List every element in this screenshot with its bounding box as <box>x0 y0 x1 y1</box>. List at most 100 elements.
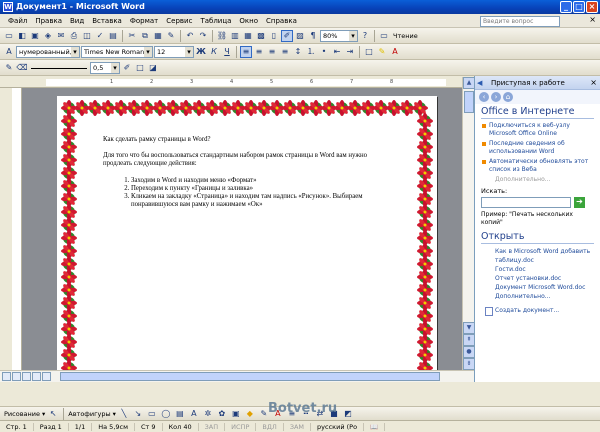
eraser-icon[interactable]: ⌫ <box>16 62 28 74</box>
insert-picture-icon[interactable]: ▣ <box>230 408 242 420</box>
styles-pane-icon[interactable]: A <box>3 46 15 58</box>
menu-file[interactable]: Файл <box>4 14 31 28</box>
drawing-menu[interactable]: Рисование <box>4 410 40 418</box>
font-combo[interactable]: Times New Roman <box>81 45 153 58</box>
line-tool-icon[interactable]: ╲ <box>118 408 130 420</box>
print-preview-icon[interactable]: ◫ <box>81 30 93 42</box>
diagram-icon[interactable]: ✲ <box>202 408 214 420</box>
search-go-icon[interactable]: ➔ <box>574 197 585 208</box>
open-folder-icon[interactable]: ◧ <box>16 30 28 42</box>
status-ovr[interactable]: ЗАМ <box>284 422 312 431</box>
vertical-scrollbar[interactable]: ▲ ▼ ⇞ ● ⇟ <box>462 77 475 370</box>
paste-icon[interactable]: ▦ <box>152 30 164 42</box>
underline-button[interactable]: Ч <box>221 46 233 58</box>
email-icon[interactable]: ✉ <box>55 30 67 42</box>
recent-document-link[interactable]: Отчет установки.doc <box>481 274 594 283</box>
cut-icon[interactable]: ✂ <box>126 30 138 42</box>
spelling-status-icon[interactable]: 📖 <box>364 422 386 431</box>
menu-help[interactable]: Справка <box>262 14 301 28</box>
menu-view[interactable]: Вид <box>66 14 88 28</box>
nav-back-icon[interactable]: ‹ <box>479 92 489 102</box>
show-hide-icon[interactable]: ¶ <box>307 30 319 42</box>
decrease-indent-icon[interactable]: ⇤ <box>331 46 343 58</box>
undo-icon[interactable]: ↶ <box>184 30 196 42</box>
drawing-icon[interactable]: ✐ <box>281 29 293 42</box>
help-question-input[interactable]: Введите вопрос <box>480 16 560 27</box>
shading-color-icon[interactable]: ◪ <box>147 62 159 74</box>
numbering-icon[interactable]: ⒈ <box>305 46 317 58</box>
save-icon[interactable]: ▣ <box>29 30 41 42</box>
close-button[interactable]: × <box>586 1 598 13</box>
document-map-icon[interactable]: ▨ <box>294 30 306 42</box>
zoom-combo[interactable]: 80% <box>320 29 358 42</box>
print-icon[interactable]: ⎙ <box>68 30 80 42</box>
reading-view-icon[interactable] <box>42 372 51 381</box>
word-news-link[interactable]: Последние сведения об использовании Word <box>481 140 594 156</box>
align-right-icon[interactable]: ≡ <box>266 46 278 58</box>
select-objects-icon[interactable]: ↖ <box>47 408 59 420</box>
recent-document-link[interactable]: Документ Microsoft Word.doc <box>481 283 594 292</box>
highlight-icon[interactable]: ✎ <box>376 46 388 58</box>
increase-indent-icon[interactable]: ⇥ <box>344 46 356 58</box>
read-mode-button[interactable]: Чтение <box>393 32 418 40</box>
maximize-button[interactable]: □ <box>573 1 585 13</box>
more-link[interactable]: Дополнительно... <box>481 176 594 183</box>
create-document-link[interactable]: Создать документ... <box>481 307 594 316</box>
new-document-icon[interactable]: ▭ <box>3 30 15 42</box>
more-documents-link[interactable]: Дополнительно... <box>481 292 594 301</box>
menu-edit[interactable]: Правка <box>31 14 66 28</box>
bold-button[interactable]: Ж <box>195 46 207 58</box>
print-view-icon[interactable] <box>22 372 31 381</box>
font-color-icon[interactable]: A <box>389 46 401 58</box>
search-input[interactable] <box>481 197 571 208</box>
line-spacing-icon[interactable]: ↕ <box>292 46 304 58</box>
menu-table[interactable]: Таблица <box>196 14 235 28</box>
menu-insert[interactable]: Вставка <box>88 14 126 28</box>
line-width-combo[interactable]: 0,5 <box>90 61 120 74</box>
wordart-icon[interactable]: A <box>188 408 200 420</box>
insert-table-icon[interactable]: ▦ <box>242 30 254 42</box>
horizontal-scrollbar[interactable] <box>0 370 474 382</box>
oval-tool-icon[interactable]: ◯ <box>160 408 172 420</box>
read-icon[interactable]: ▭ <box>378 30 390 42</box>
insert-excel-icon[interactable]: ▩ <box>255 30 267 42</box>
3d-style-icon[interactable]: ◩ <box>342 408 354 420</box>
vertical-ruler[interactable] <box>12 88 22 370</box>
menu-format[interactable]: Формат <box>126 14 162 28</box>
textbox-tool-icon[interactable]: ▤ <box>174 408 186 420</box>
recent-document-link[interactable]: Гости.doc <box>481 265 594 274</box>
office-online-link[interactable]: Подключиться к веб-узлу Microsoft Office… <box>481 122 594 138</box>
justify-icon[interactable]: ≡ <box>279 46 291 58</box>
help-icon[interactable]: ? <box>359 30 371 42</box>
spelling-icon[interactable]: ✓ <box>94 30 106 42</box>
style-combo[interactable]: нумерованный, <box>16 45 80 58</box>
copy-icon[interactable]: ⧉ <box>139 30 151 42</box>
border-color-icon[interactable]: ✐ <box>121 62 133 74</box>
permission-icon[interactable]: ◈ <box>42 30 54 42</box>
horizontal-ruler[interactable]: 1 2 3 4 5 6 7 8 <box>0 77 474 88</box>
outside-border-icon[interactable]: □ <box>134 62 146 74</box>
status-rec[interactable]: ЗАП <box>199 422 226 431</box>
nav-forward-icon[interactable]: › <box>491 92 501 102</box>
font-size-combo[interactable]: 12 <box>154 45 194 58</box>
document-area[interactable]: Как сделать рамку страницы в Word? Для т… <box>22 88 462 370</box>
nav-home-icon[interactable]: ⌂ <box>503 92 513 102</box>
recent-document-link[interactable]: Как в Microsoft Word добавить таблицу.do… <box>481 247 594 265</box>
document-close-icon[interactable]: × <box>589 15 596 24</box>
menu-window[interactable]: Окно <box>235 14 262 28</box>
draw-table-icon[interactable]: ✎ <box>3 62 15 74</box>
vertical-scroll-thumb[interactable] <box>464 91 474 113</box>
line-style-combo[interactable] <box>29 63 89 73</box>
clipart-icon[interactable]: ✿ <box>216 408 228 420</box>
document-page[interactable]: Как сделать рамку страницы в Word? Для т… <box>57 96 437 370</box>
border-icon[interactable]: □ <box>363 46 375 58</box>
fill-color-icon[interactable]: ◆ <box>244 408 256 420</box>
hyperlink-icon[interactable]: ⛓ <box>216 30 228 42</box>
columns-icon[interactable]: ▯ <box>268 30 280 42</box>
rectangle-tool-icon[interactable]: ▭ <box>146 408 158 420</box>
arrow-tool-icon[interactable]: ↘ <box>132 408 144 420</box>
align-left-icon[interactable]: ≡ <box>240 45 252 58</box>
status-ext[interactable]: ВДЛ <box>256 422 284 431</box>
horizontal-scroll-thumb[interactable] <box>60 372 440 381</box>
autoshapes-menu[interactable]: Автофигуры <box>68 410 110 418</box>
